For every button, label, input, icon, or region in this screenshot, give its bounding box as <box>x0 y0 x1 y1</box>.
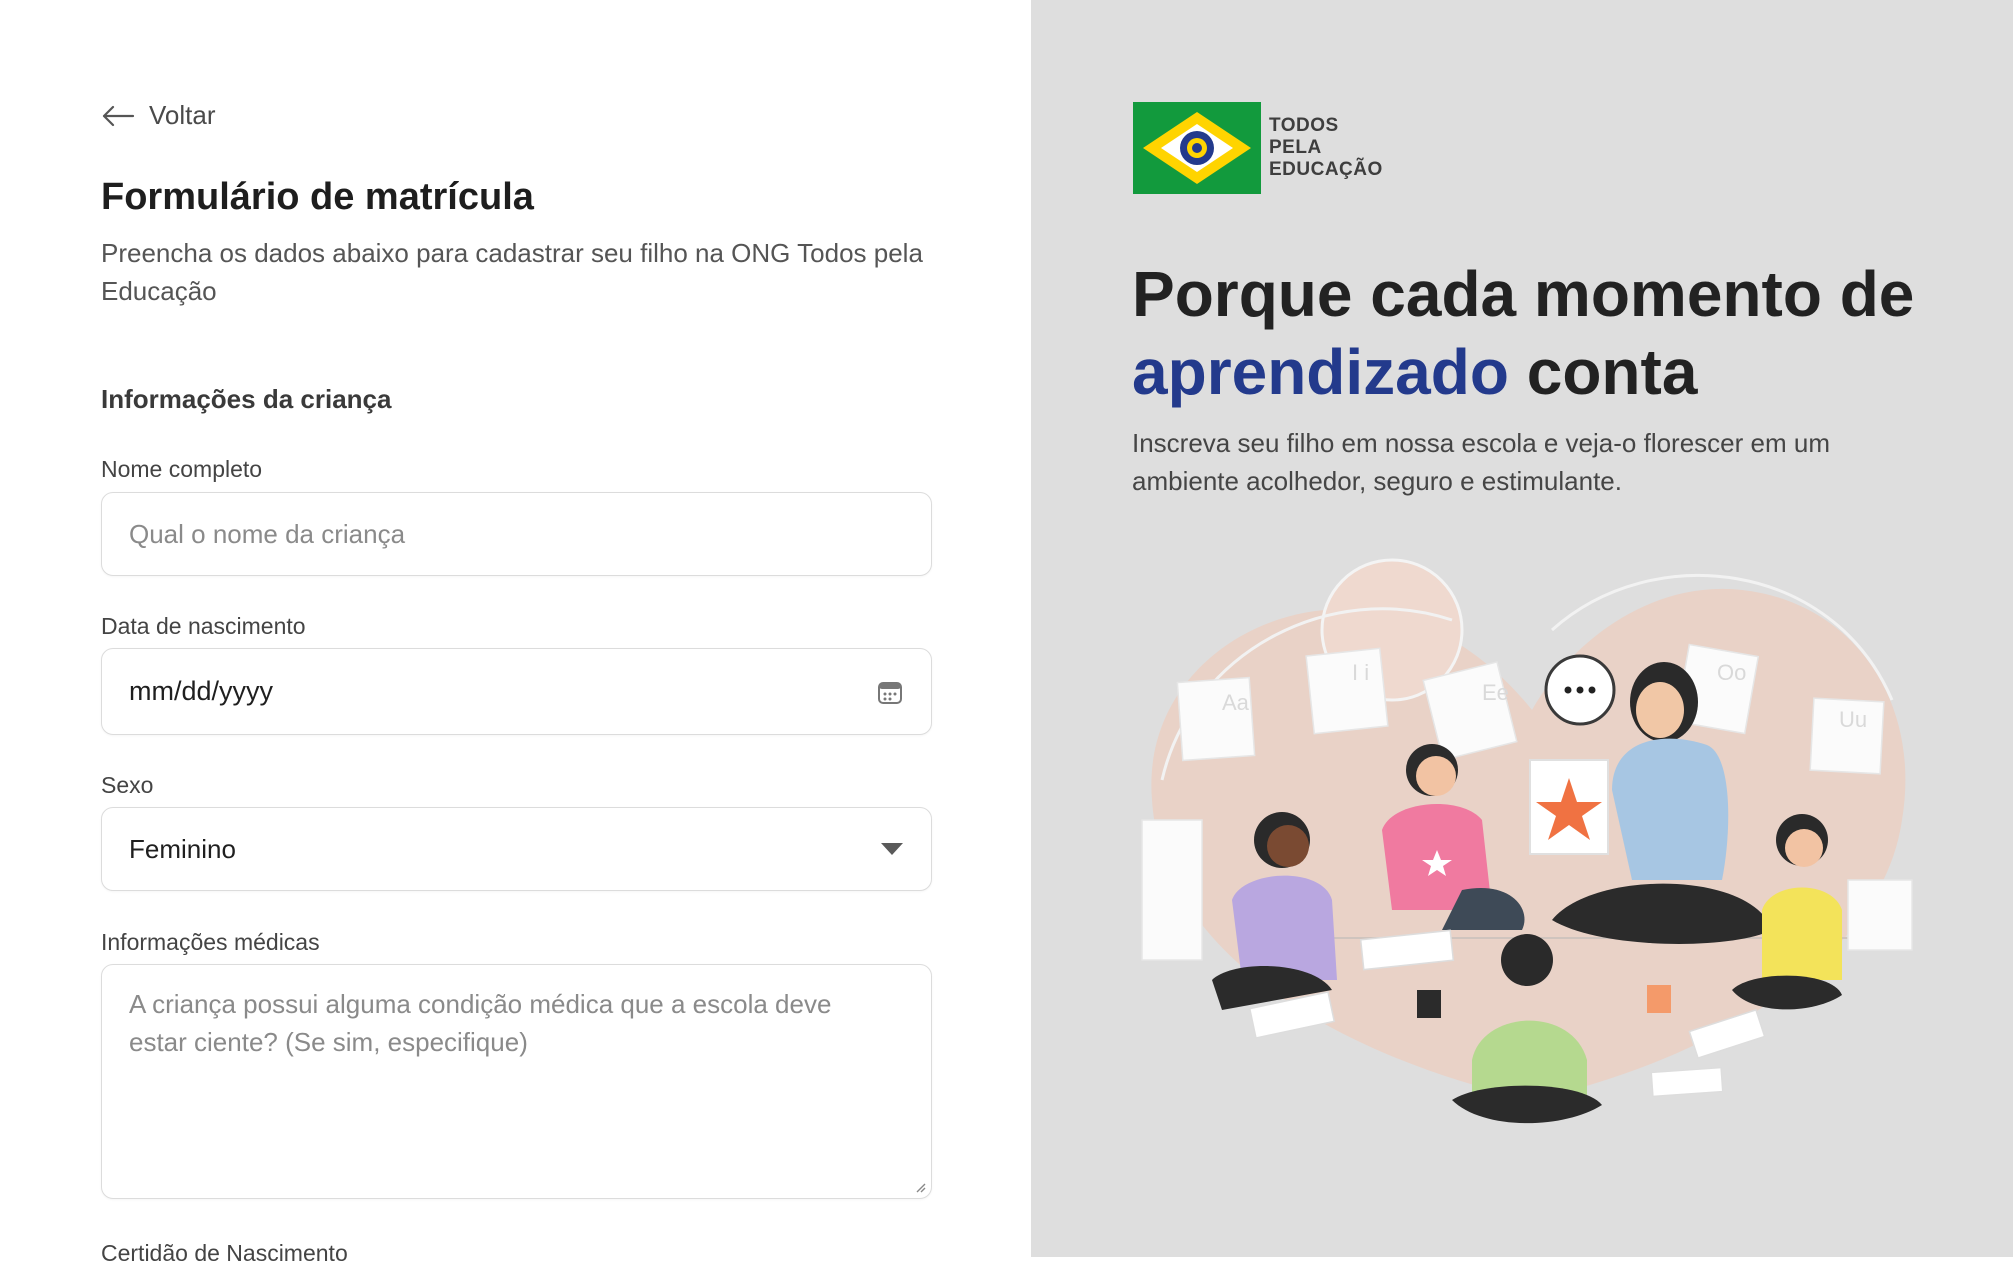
medical-textarea[interactable]: A criança possui alguma condição médica … <box>101 964 932 1199</box>
medical-placeholder: A criança possui alguma condição médica … <box>129 989 832 1057</box>
name-placeholder: Qual o nome da criança <box>129 518 406 549</box>
back-link[interactable]: Voltar <box>101 100 216 131</box>
headline-post: conta <box>1508 336 1698 408</box>
svg-text:Aa: Aa <box>1222 690 1250 715</box>
logo-line-1: TODOS <box>1269 115 1339 136</box>
birthdate-input[interactable]: mm/dd/yyyy <box>101 648 932 735</box>
form-panel: Voltar Formulário de matrícula Preencha … <box>0 0 1031 1266</box>
resize-handle-icon[interactable] <box>914 1181 926 1193</box>
headline: Porque cada momento de aprendizado conta <box>1132 255 1992 411</box>
headline-pre: Porque cada momento de <box>1132 258 1915 330</box>
svg-text:Oo: Oo <box>1717 660 1746 685</box>
svg-text:I i: I i <box>1352 660 1369 685</box>
section-title-child: Informações da criança <box>101 384 392 414</box>
sex-value: Feminino <box>129 833 236 864</box>
logo: TODOS PELA EDUCAÇÃO <box>1133 102 1383 194</box>
sex-select[interactable]: Feminino <box>101 807 932 891</box>
calendar-icon[interactable] <box>876 678 904 706</box>
medical-label: Informações médicas <box>101 929 320 955</box>
tagline: Inscreva seu filho em nossa escola e vej… <box>1132 428 1830 496</box>
back-label: Voltar <box>149 100 216 130</box>
birthdate-value: mm/dd/yyyy <box>129 676 274 706</box>
birthdate-label: Data de nascimento <box>101 613 306 639</box>
brand-panel: TODOS PELA EDUCAÇÃO Porque cada momento … <box>1031 0 2013 1257</box>
page-title: Formulário de matrícula <box>101 176 534 218</box>
arrow-left-icon <box>102 105 135 126</box>
svg-text:Ee: Ee <box>1482 680 1509 705</box>
certificate-label: Certidão de Nascimento <box>101 1240 348 1266</box>
name-input[interactable]: Qual o nome da criança <box>101 492 932 576</box>
classroom-illustration: Aa I i Ee Oo Uu <box>1141 558 1913 1124</box>
caret-down-icon <box>880 842 904 856</box>
logo-line-3: EDUCAÇÃO <box>1269 159 1383 180</box>
name-label: Nome completo <box>101 456 263 482</box>
svg-text:Uu: Uu <box>1839 707 1867 732</box>
sex-label: Sexo <box>101 772 154 798</box>
headline-highlight: aprendizado <box>1132 336 1509 408</box>
logo-text: TODOS PELA EDUCAÇÃO <box>1269 115 1383 181</box>
page-subtitle: Preencha os dados abaixo para cadastrar … <box>101 238 923 306</box>
logo-line-2: PELA <box>1269 137 1322 158</box>
brazil-flag-icon <box>1133 102 1261 194</box>
